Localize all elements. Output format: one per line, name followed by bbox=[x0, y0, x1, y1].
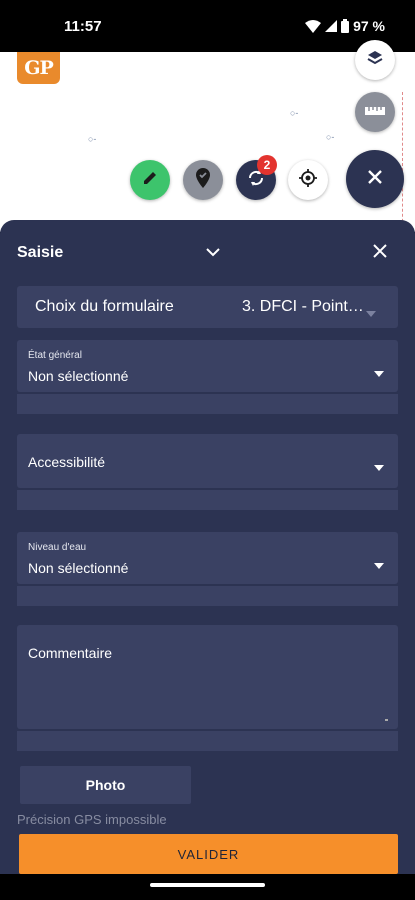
wifi-icon bbox=[305, 19, 322, 33]
home-indicator[interactable] bbox=[150, 883, 265, 887]
add-point-icon bbox=[194, 167, 212, 193]
form-select-label: Choix du formulaire bbox=[35, 298, 174, 315]
layers-icon bbox=[366, 49, 384, 72]
add-point-button[interactable] bbox=[183, 160, 223, 200]
field-label: Niveau d'eau bbox=[28, 542, 87, 553]
battery-icon bbox=[341, 19, 350, 33]
photo-button[interactable]: Photo bbox=[20, 766, 191, 804]
dropdown-arrow-icon bbox=[374, 364, 384, 382]
status-time: 11:57 bbox=[64, 18, 102, 35]
commentaire-label: Commentaire bbox=[28, 645, 113, 661]
etat-general-select[interactable]: État général Non sélectionné bbox=[17, 340, 398, 392]
niveau-eau-select[interactable]: Niveau d'eau Non sélectionné bbox=[17, 532, 398, 584]
resize-handle[interactable] bbox=[385, 719, 388, 721]
layers-button[interactable] bbox=[355, 40, 395, 80]
field-helper-row bbox=[17, 394, 398, 414]
gps-status-text: Précision GPS impossible bbox=[17, 812, 167, 827]
nav-bar bbox=[0, 874, 415, 900]
locate-icon bbox=[298, 168, 318, 193]
field-helper-row bbox=[17, 731, 398, 751]
battery-percent: 97 % bbox=[353, 18, 385, 34]
close-panel-icon[interactable] bbox=[372, 243, 388, 264]
ruler-icon bbox=[365, 103, 385, 121]
pencil-icon bbox=[141, 169, 159, 192]
panel-title: Saisie bbox=[17, 244, 64, 261]
close-icon bbox=[367, 169, 383, 190]
saisie-panel: Saisie Choix du formulaire 3. DFCI - Poi… bbox=[0, 220, 415, 900]
edit-button[interactable] bbox=[130, 160, 170, 200]
status-bar: 11:57 97 % bbox=[0, 0, 415, 52]
map-boundary-line bbox=[402, 92, 403, 232]
field-helper-row bbox=[17, 490, 398, 510]
valider-button[interactable]: VALIDER bbox=[19, 834, 398, 874]
field-label: Accessibilité bbox=[28, 454, 106, 470]
panel-header: Saisie bbox=[0, 220, 415, 286]
cell-signal-icon bbox=[325, 20, 338, 32]
map-marker-icon[interactable]: ○- bbox=[290, 108, 298, 118]
accessibilite-select[interactable]: Accessibilité bbox=[17, 434, 398, 488]
sync-count-badge: 2 bbox=[257, 155, 277, 175]
map-view[interactable]: GP ○- ○- ○- bbox=[0, 52, 415, 232]
map-marker-icon[interactable]: ○- bbox=[88, 134, 96, 144]
status-indicators: 97 % bbox=[305, 18, 385, 34]
gp-logo: GP bbox=[17, 52, 60, 84]
form-select[interactable]: Choix du formulaire 3. DFCI - Point… bbox=[17, 286, 398, 328]
dropdown-arrow-icon bbox=[374, 458, 384, 476]
chevron-down-icon[interactable] bbox=[206, 244, 220, 262]
dropdown-arrow-icon bbox=[374, 556, 384, 574]
field-label: État général bbox=[28, 350, 82, 361]
commentaire-textarea[interactable]: Commentaire bbox=[17, 625, 398, 729]
measure-button[interactable] bbox=[355, 92, 395, 132]
field-value: Non sélectionné bbox=[28, 368, 129, 384]
map-marker-icon[interactable]: ○- bbox=[326, 132, 334, 142]
close-fab-button[interactable] bbox=[346, 150, 404, 208]
field-helper-row bbox=[17, 586, 398, 606]
dropdown-arrow-icon bbox=[366, 304, 376, 322]
field-value: Non sélectionné bbox=[28, 560, 129, 576]
form-select-value: 3. DFCI - Point… bbox=[242, 298, 364, 315]
locate-button[interactable] bbox=[288, 160, 328, 200]
